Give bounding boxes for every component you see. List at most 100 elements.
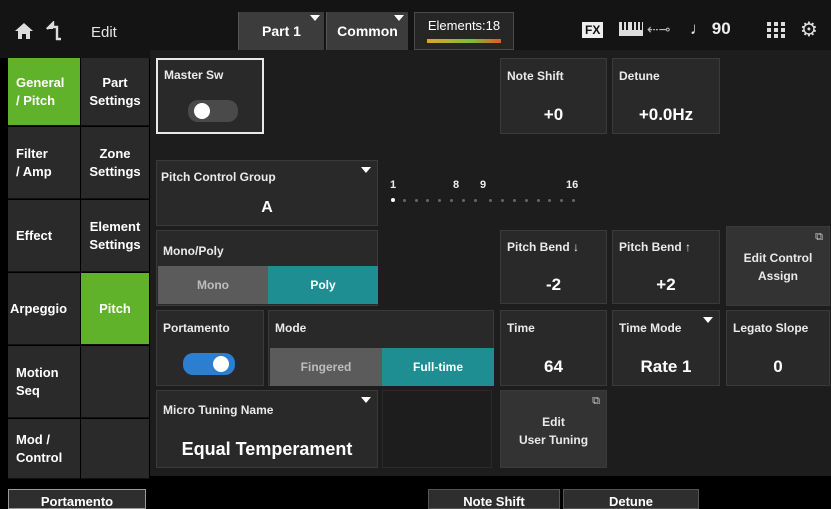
scale-label: 8	[453, 179, 460, 191]
group-dot	[391, 198, 395, 202]
note-shift-bottom-button[interactable]: Note Shift	[428, 489, 560, 509]
note-shift-value: +0	[543, 105, 564, 124]
elements-label: Elements:18	[427, 18, 501, 33]
pitch-bend-up-panel[interactable]: Pitch Bend ↑ +2	[612, 230, 720, 304]
mono-poly-label: Mono/Poly	[163, 244, 224, 258]
nav-part-settings[interactable]: Part Settings	[81, 58, 149, 126]
nav-label: Control	[16, 449, 63, 465]
group-dot	[536, 199, 540, 202]
nav-label: Mod /	[16, 431, 50, 447]
group-dot	[513, 199, 516, 202]
empty-panel	[382, 390, 492, 468]
full-time-option[interactable]: Full-time	[382, 348, 494, 386]
detune-value: +0.0Hz	[638, 105, 694, 124]
toggle-knob	[194, 103, 210, 119]
nav-general-pitch[interactable]: General / Pitch	[8, 58, 80, 126]
nav-empty-slot	[81, 346, 149, 418]
pitch-group-scale: 1 8 9 16	[383, 160, 593, 218]
detune-label: Detune	[619, 69, 660, 83]
fingered-option[interactable]: Fingered	[270, 348, 382, 386]
nav-pitch[interactable]: Pitch	[81, 273, 149, 345]
usb-icon: ⇠⊸	[647, 21, 671, 37]
legato-slope-panel[interactable]: Legato Slope 0	[726, 310, 830, 386]
nav-label: Part	[102, 74, 128, 90]
mono-option[interactable]: Mono	[158, 266, 268, 304]
pitch-control-group-panel[interactable]: Pitch Control Group A	[156, 160, 378, 226]
group-dot	[414, 199, 418, 202]
nav-filter-amp[interactable]: Filter / Amp	[8, 127, 80, 199]
edit-user-tuning-line1: Edit	[542, 415, 565, 429]
toggle-knob	[213, 356, 229, 372]
nav-element-settings[interactable]: Element Settings	[81, 200, 149, 272]
nav-label: General	[16, 74, 65, 90]
time-mode-panel[interactable]: Time Mode Rate 1	[612, 310, 720, 386]
group-dot	[548, 199, 552, 202]
edit-control-assign-button[interactable]: ⧉ Edit Control Assign	[726, 226, 830, 306]
nav-empty-slot	[81, 419, 149, 479]
micro-tuning-panel[interactable]: Micro Tuning Name Equal Temperament	[156, 390, 378, 468]
fx-badge: FX	[582, 22, 604, 38]
grid-icon[interactable]	[767, 22, 785, 38]
poly-option[interactable]: Poly	[268, 266, 378, 304]
detune-bottom-button[interactable]: Detune	[563, 489, 699, 509]
nav-arpeggio[interactable]: Arpeggio	[8, 273, 80, 345]
tab-common[interactable]: Common	[326, 12, 408, 50]
note-shift-label: Note Shift	[507, 69, 564, 83]
micro-tuning-value: Equal Temperament	[181, 439, 353, 459]
portamento-panel[interactable]: Portamento	[156, 310, 264, 386]
nav-effect[interactable]: Effect	[8, 200, 80, 272]
tab-common-label: Common	[337, 23, 398, 39]
pitch-control-group-value: A	[261, 199, 273, 216]
pitch-bend-down-label: Pitch Bend ↓	[507, 240, 580, 254]
master-sw-panel[interactable]: Master Sw	[156, 58, 264, 134]
legato-slope-value: 0	[773, 357, 783, 376]
nav-label: / Amp	[16, 163, 52, 179]
keyboard-icon	[619, 22, 643, 36]
nav-label: Effect	[16, 227, 53, 243]
nav-mod-control[interactable]: Mod / Control	[8, 419, 80, 479]
nav-motion-seq[interactable]: Motion Seq	[8, 346, 80, 418]
pitch-bend-up-label: Pitch Bend ↑	[619, 240, 692, 254]
group-dot	[426, 199, 430, 202]
mode-label: Mode	[275, 321, 307, 335]
group-dot	[402, 199, 406, 202]
time-panel[interactable]: Time 64	[500, 310, 607, 386]
edit-control-assign-line2: Assign	[757, 269, 798, 283]
nav-label: Arpeggio	[10, 300, 68, 316]
legato-slope-label: Legato Slope	[733, 321, 809, 335]
group-dot	[501, 199, 505, 202]
scale-label: 9	[480, 179, 487, 191]
edit-user-tuning-button[interactable]: ⧉ Edit User Tuning	[500, 390, 607, 468]
time-mode-value: Rate 1	[640, 357, 692, 376]
nav-label: Filter	[16, 145, 48, 161]
elements-indicator[interactable]: Elements:18	[414, 12, 514, 50]
portamento-label: Portamento	[163, 321, 230, 335]
note-shift-panel[interactable]: Note Shift +0	[500, 58, 607, 134]
group-dot	[438, 199, 442, 202]
nav-label: Zone	[99, 145, 131, 161]
tab-part[interactable]: Part 1	[238, 12, 324, 50]
group-dot	[450, 199, 453, 202]
tempo-value[interactable]: 90	[712, 19, 731, 38]
pitch-control-group-label: Pitch Control Group	[161, 170, 276, 184]
nav-label: Settings	[89, 163, 141, 179]
nav-label: Motion	[16, 364, 59, 380]
master-sw-toggle[interactable]	[188, 100, 238, 122]
time-value: 64	[544, 357, 563, 376]
external-link-icon: ⧉	[815, 231, 823, 243]
portamento-toggle[interactable]	[183, 353, 235, 375]
group-dot	[524, 199, 528, 202]
home-icon[interactable]	[14, 22, 34, 40]
nav-zone-settings[interactable]: Zone Settings	[81, 127, 149, 199]
back-arrow-icon[interactable]	[44, 21, 64, 41]
dropdown-arrow-icon	[361, 397, 371, 403]
pitch-bend-down-panel[interactable]: Pitch Bend ↓ -2	[500, 230, 607, 304]
nav-label: Settings	[89, 236, 141, 252]
detune-panel[interactable]: Detune +0.0Hz	[612, 58, 720, 134]
dropdown-arrow-icon	[703, 317, 713, 323]
group-dot	[489, 199, 493, 202]
gear-icon[interactable]: ⚙	[800, 17, 818, 42]
scale-label: 1	[390, 179, 397, 191]
pitch-bend-up-value: +2	[656, 275, 676, 294]
portamento-bottom-button[interactable]: Portamento	[8, 489, 146, 509]
